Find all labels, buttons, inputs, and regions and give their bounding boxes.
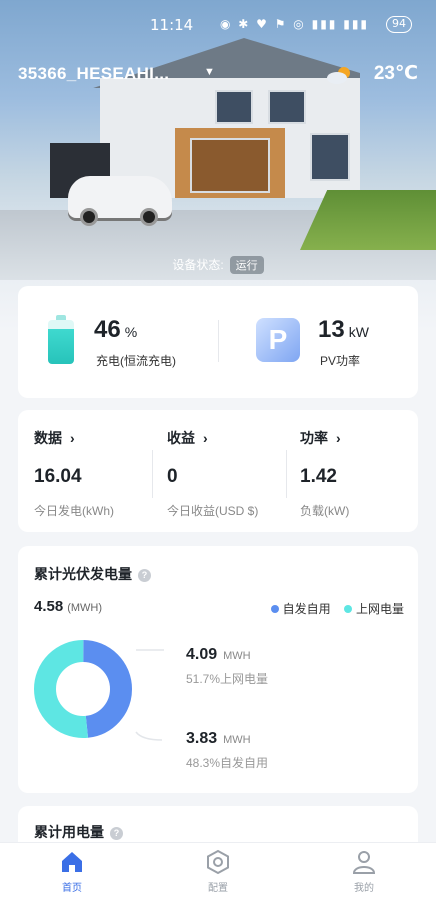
bottom-tab-bar: 首页 配置 我的 — [0, 842, 436, 900]
stat-power[interactable]: 功率 › 1.42 负载(kW) — [300, 428, 430, 518]
grid-energy-unit: MWH — [223, 650, 251, 662]
tab-profile[interactable]: 我的 — [324, 849, 404, 894]
hero-banner — [0, 0, 436, 330]
user-icon — [352, 851, 376, 874]
status-icons: ◉ ✱ ♥ ⚑ ◎ ▮▮▮ ▮▮▮ — [220, 17, 370, 31]
stat-income[interactable]: 收益 › 0 今日收益(USD $) — [167, 428, 297, 518]
self-energy-unit: MWH — [223, 734, 251, 746]
tab-profile-label: 我的 — [354, 883, 374, 894]
tab-home-label: 首页 — [62, 883, 82, 894]
donut-chart — [34, 640, 132, 738]
divider — [218, 320, 219, 362]
tab-config-label: 配置 — [208, 883, 228, 894]
car-illustration — [68, 176, 172, 226]
battery-level: 94 — [386, 16, 412, 33]
tab-config[interactable]: 配置 — [178, 849, 258, 894]
consumption-title: 累计用电量? — [34, 822, 123, 842]
home-icon — [62, 852, 82, 872]
stat-data[interactable]: 数据 › 16.04 今日发电(kWh) — [34, 428, 164, 518]
settings-icon — [207, 849, 229, 875]
pv-total-value: 4.58 — [34, 598, 64, 615]
battery-caption: 充电(恒流充电) — [96, 354, 176, 368]
pv-power-unit: kW — [348, 324, 369, 340]
legend-dot-grid — [343, 605, 352, 613]
legend: 自发自用 上网电量 — [261, 600, 404, 617]
summary-card: 46% 充电(恒流充电) P 13 kW PV功率 — [18, 286, 418, 398]
device-status-badge: 运行 — [229, 256, 264, 274]
status-bar: 11:14 ◉ ✱ ♥ ⚑ ◎ ▮▮▮ ▮▮▮ 94 — [0, 14, 436, 38]
header: 35366_HESEAHI... ▼ 23℃ — [18, 60, 418, 90]
stat-income-title: 收益 — [167, 430, 195, 446]
pv-power-value: 13 — [318, 316, 345, 343]
pv-generation-title-text: 累计光伏发电量 — [34, 566, 132, 582]
pv-generation-title: 累计光伏发电量? — [34, 564, 151, 584]
consumption-title-text: 累计用电量 — [34, 824, 104, 840]
self-use-energy: 3.83 MWH 48.3%自发自用 — [186, 730, 268, 771]
grid-energy: 4.09 MWH 51.7%上网电量 — [186, 646, 268, 687]
tab-home[interactable]: 首页 — [32, 849, 112, 894]
device-status-label: 设备状态: — [172, 258, 224, 272]
pv-total-unit: (MWH) — [67, 602, 103, 614]
device-status: 设备状态: 运行 — [0, 256, 436, 274]
chevron-right-icon: › — [70, 430, 75, 446]
stat-data-caption: 今日发电(kWh) — [34, 504, 114, 518]
legend-self-label: 自发自用 — [282, 602, 331, 616]
grid-energy-value: 4.09 — [186, 646, 218, 663]
stat-data-title: 数据 — [34, 430, 62, 446]
battery-percent-unit: % — [124, 324, 138, 340]
temperature: 23℃ — [373, 63, 418, 84]
stat-income-caption: 今日收益(USD $) — [167, 504, 259, 518]
pv-generation-total: 4.58 (MWH) — [34, 598, 102, 615]
legend-dot-self — [270, 605, 279, 613]
plant-selector[interactable]: 35366_HESEAHI... — [18, 64, 169, 84]
stats-card: 数据 › 16.04 今日发电(kWh) 收益 › 0 今日收益(USD $) 功率… — [18, 410, 418, 532]
self-energy-desc: 48.3%自发自用 — [186, 756, 269, 770]
stat-power-title: 功率 — [300, 430, 328, 446]
stat-power-caption: 负载(kW) — [300, 504, 350, 518]
pv-power: 13 kW — [318, 316, 369, 344]
grid-energy-desc: 51.7%上网电量 — [186, 672, 269, 686]
legend-grid-label: 上网电量 — [355, 602, 404, 616]
pv-caption: PV功率 — [320, 354, 361, 368]
self-energy-value: 3.83 — [186, 730, 218, 747]
battery-percent-value: 46 — [94, 316, 121, 343]
battery-soc: 46% — [94, 316, 137, 344]
divider — [286, 450, 287, 498]
stat-power-value: 1.42 — [300, 466, 337, 487]
help-icon[interactable]: ? — [138, 569, 151, 582]
connector-lines — [135, 649, 164, 741]
divider — [152, 450, 153, 498]
chevron-down-icon[interactable]: ▼ — [204, 66, 215, 78]
status-time: 11:14 — [150, 16, 194, 34]
stat-data-value: 16.04 — [34, 466, 82, 487]
stat-income-value: 0 — [167, 466, 178, 487]
help-icon[interactable]: ? — [110, 827, 123, 840]
chevron-right-icon: › — [203, 430, 208, 446]
pv-panel-icon: P — [256, 318, 300, 362]
pv-generation-card: 累计光伏发电量? 4.58 (MWH) 自发自用 上网电量 4.09 MWH 51.… — [18, 546, 418, 793]
chevron-right-icon: › — [336, 430, 341, 446]
weather-cloud-icon — [327, 67, 350, 84]
battery-icon — [48, 315, 74, 364]
